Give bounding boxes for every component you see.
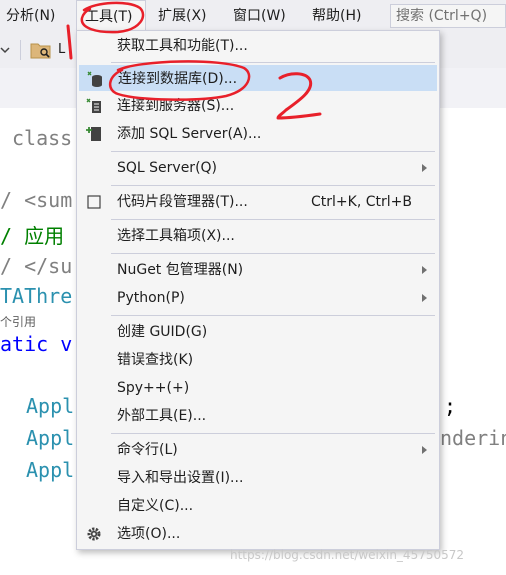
menu-item-label: 错误查找(K) — [117, 352, 194, 368]
menu-extensions[interactable]: 扩展(X) — [158, 0, 207, 32]
menu-tools[interactable]: 工具(T) — [76, 0, 146, 32]
menu-item-label: 连接到数据库(D)... — [118, 71, 238, 87]
menu-item-sql-server[interactable]: SQL Server(Q) — [79, 155, 437, 181]
submenu-arrow-icon — [422, 446, 427, 454]
code-line: TAThre — [0, 284, 73, 308]
menu-item-label: Python(P) — [117, 290, 185, 306]
gear-icon — [87, 527, 101, 541]
menu-tools-label: 工具(T) — [85, 9, 133, 25]
menu-item-label: 代码片段管理器(T)... — [117, 194, 248, 210]
menu-item-label: 创建 GUID(G) — [117, 324, 208, 340]
menu-item-create-guid[interactable]: 创建 GUID(G) — [79, 319, 437, 345]
submenu-arrow-icon — [422, 266, 427, 274]
database-connect-icon — [87, 71, 102, 87]
chevron-down-icon[interactable] — [0, 42, 10, 58]
code-line: Appl — [26, 458, 75, 482]
code-fragment: nderin — [440, 426, 506, 450]
menu-item-label: SQL Server(Q) — [117, 160, 218, 176]
menu-bar: 分析(N) 工具(T) 扩展(X) 窗口(W) 帮助(H) 搜索 (Ctrl+Q… — [0, 0, 506, 32]
menu-item-error-lookup[interactable]: 错误查找(K) — [79, 347, 437, 373]
menu-item-label: 自定义(C)... — [117, 498, 194, 514]
watermark: https://blog.csdn.net/weixin_45750572 — [230, 548, 465, 562]
code-line: Appl — [26, 394, 75, 418]
menu-item-choose-toolbox[interactable]: 选择工具箱项(X)... — [79, 223, 437, 249]
add-sql-server-icon — [86, 127, 101, 141]
menu-item-label: Spy++(+) — [117, 380, 190, 396]
menu-analyze[interactable]: 分析(N) — [6, 0, 55, 32]
menu-separator — [111, 62, 435, 63]
code-line: / <sum — [0, 188, 73, 212]
menu-item-label: NuGet 包管理器(N) — [117, 262, 244, 278]
code-line: / </su — [0, 254, 73, 278]
menu-item-import-export[interactable]: 导入和导出设置(I)... — [79, 465, 437, 491]
menu-help[interactable]: 帮助(H) — [312, 0, 361, 32]
menu-item-label: 外部工具(E)... — [117, 408, 207, 424]
open-folder-icon[interactable] — [30, 40, 52, 60]
menu-item-label: 添加 SQL Server(A)... — [117, 126, 262, 142]
menu-item-label: 选项(O)... — [117, 526, 181, 542]
menu-item-customize[interactable]: 自定义(C)... — [79, 493, 437, 519]
code-fragment: ; — [444, 394, 457, 418]
toolbar-divider — [20, 40, 21, 60]
menu-separator — [111, 151, 435, 152]
menu-item-add-sql-server[interactable]: 添加 SQL Server(A)... — [79, 121, 437, 147]
submenu-arrow-icon — [422, 164, 427, 172]
toolbar-partial-label: L — [58, 42, 66, 57]
menu-item-get-tools[interactable]: 获取工具和功能(T)... — [79, 33, 437, 59]
server-connect-icon — [86, 98, 101, 113]
menu-item-connect-server[interactable]: 连接到服务器(S)... — [79, 93, 437, 119]
code-line: Appl — [26, 426, 75, 450]
search-input[interactable]: 搜索 (Ctrl+Q) — [390, 4, 506, 28]
menu-item-spy[interactable]: Spy++(+) — [79, 375, 437, 401]
menu-separator — [111, 315, 435, 316]
menu-item-command-line[interactable]: 命令行(L) — [79, 437, 437, 463]
menu-item-label: 获取工具和功能(T)... — [117, 38, 248, 54]
checkbox-icon — [87, 195, 101, 209]
menu-item-external-tools[interactable]: 外部工具(E)... — [79, 403, 437, 429]
menu-window[interactable]: 窗口(W) — [233, 0, 286, 32]
menu-separator — [111, 433, 435, 434]
menu-item-label: 命令行(L) — [117, 442, 178, 458]
tools-dropdown-menu: 获取工具和功能(T)... 连接到数据库(D)... 连接到服务器(S)... … — [76, 30, 440, 550]
menu-item-label: 连接到服务器(S)... — [117, 98, 235, 114]
code-line: class — [12, 126, 73, 150]
menu-item-connect-database[interactable]: 连接到数据库(D)... — [79, 65, 437, 91]
menu-item-shortcut: Ctrl+K, Ctrl+B — [311, 194, 412, 210]
code-line: atic v — [0, 332, 73, 356]
menu-separator — [111, 185, 435, 186]
menu-item-nuget[interactable]: NuGet 包管理器(N) — [79, 257, 437, 283]
menu-separator — [111, 253, 435, 254]
submenu-arrow-icon — [422, 294, 427, 302]
references-codelens[interactable]: 个引用 — [0, 313, 36, 330]
menu-item-snippet-manager[interactable]: 代码片段管理器(T)... Ctrl+K, Ctrl+B — [79, 189, 437, 215]
menu-separator — [111, 219, 435, 220]
menu-item-python[interactable]: Python(P) — [79, 285, 437, 311]
code-line: / 应用 — [0, 224, 65, 248]
menu-item-options[interactable]: 选项(O)... — [79, 521, 437, 547]
menu-item-label: 选择工具箱项(X)... — [117, 228, 235, 244]
menu-item-label: 导入和导出设置(I)... — [117, 470, 244, 486]
